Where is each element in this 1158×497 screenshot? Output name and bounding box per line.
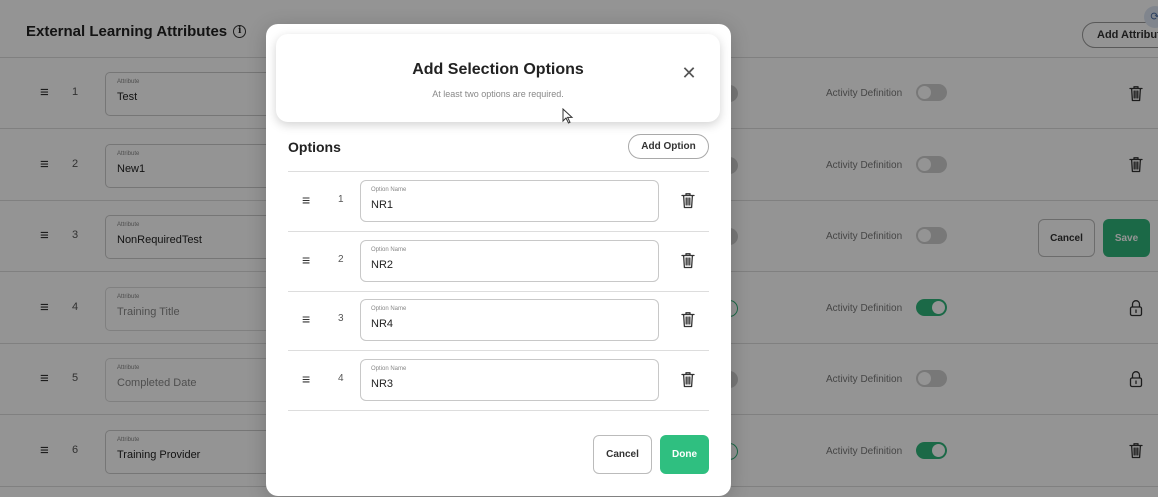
options-heading: Options <box>288 139 341 155</box>
option-number: 2 <box>338 253 344 265</box>
add-selection-options-modal: Add Selection Options At least two optio… <box>266 24 731 496</box>
option-number: 1 <box>338 194 344 205</box>
option-row: ≡ 4 Option Name NR3 <box>288 351 709 411</box>
option-name-value: NR3 <box>371 377 394 390</box>
option-number: 4 <box>338 372 344 384</box>
drag-handle-icon[interactable]: ≡ <box>302 312 310 326</box>
modal-title: Add Selection Options <box>412 61 584 78</box>
option-row: ≡ 1 Option Name NR1 <box>288 172 709 232</box>
option-name-input[interactable]: Option Name NR4 <box>360 299 659 341</box>
option-name-label: Option Name <box>371 365 407 372</box>
drag-handle-icon[interactable]: ≡ <box>302 253 310 267</box>
modal-header: Add Selection Options At least two optio… <box>276 34 720 122</box>
option-name-value: NR2 <box>371 258 394 271</box>
trash-icon[interactable] <box>681 252 695 269</box>
close-icon[interactable]: ✕ <box>680 64 698 82</box>
drag-handle-icon[interactable]: ≡ <box>302 372 310 386</box>
option-name-label: Option Name <box>371 306 407 312</box>
trash-icon[interactable] <box>681 192 695 209</box>
option-row: ≡ 2 Option Name NR2 <box>288 232 709 292</box>
option-row: ≡ 3 Option Name NR4 <box>288 291 709 351</box>
option-name-value: NR1 <box>371 199 394 211</box>
trash-icon[interactable] <box>681 371 695 388</box>
mouse-pointer-icon <box>562 108 574 124</box>
add-option-button[interactable]: Add Option <box>628 134 709 159</box>
option-name-value: NR4 <box>371 318 394 330</box>
option-name-label: Option Name <box>371 246 407 253</box>
option-name-label: Option Name <box>371 187 407 193</box>
cancel-button[interactable]: Cancel <box>593 435 652 474</box>
option-name-input[interactable]: Option Name NR3 <box>360 358 659 401</box>
drag-handle-icon[interactable]: ≡ <box>302 193 310 207</box>
option-name-input[interactable]: Option Name NR2 <box>360 239 659 282</box>
modal-subtitle: At least two options are required. <box>432 89 564 99</box>
trash-icon[interactable] <box>681 311 695 328</box>
option-number: 3 <box>338 313 344 324</box>
option-name-input[interactable]: Option Name NR1 <box>360 180 659 222</box>
done-button[interactable]: Done <box>660 435 709 474</box>
